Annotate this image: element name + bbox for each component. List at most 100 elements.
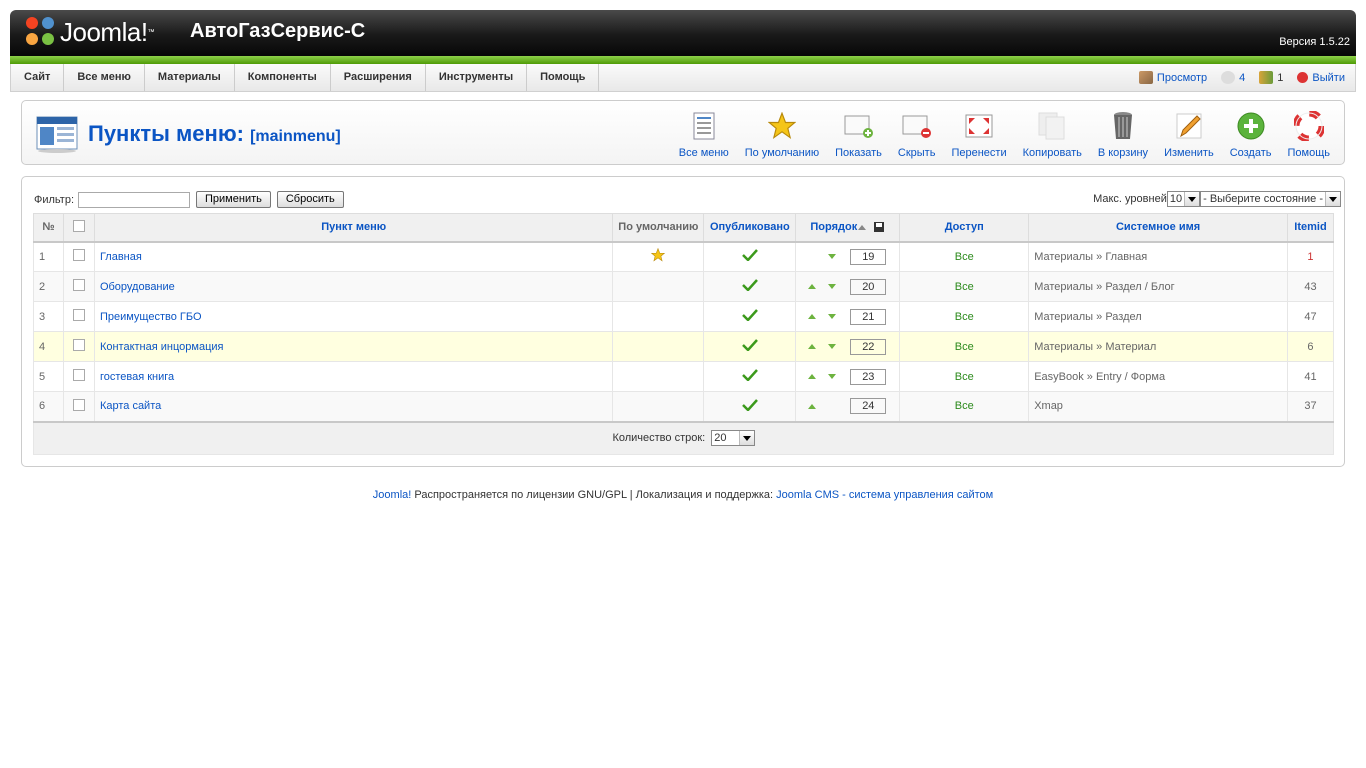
unpublish-button[interactable]: Скрыть <box>890 111 944 159</box>
menu-item-link[interactable]: Главная <box>100 251 142 263</box>
move-down-icon[interactable] <box>828 344 837 349</box>
row-published-cell <box>703 241 797 272</box>
move-up-icon[interactable] <box>808 314 817 319</box>
row-access[interactable]: Все <box>899 301 1030 332</box>
order-input[interactable]: 20 <box>850 278 887 295</box>
lifebuoy-icon <box>1293 111 1324 141</box>
table-row: 4 Контактная инцормация 22 Все Материалы » М… <box>33 331 1335 362</box>
logout-link[interactable]: Выйти <box>1297 72 1345 84</box>
row-checkbox[interactable] <box>72 398 85 411</box>
col-itemid[interactable]: Itemid <box>1286 213 1335 243</box>
row-access[interactable]: Все <box>899 241 1030 272</box>
order-input[interactable]: 21 <box>850 308 887 325</box>
new-button[interactable]: Создать <box>1222 111 1280 159</box>
row-access[interactable]: Все <box>899 271 1030 302</box>
trash-button[interactable]: В корзину <box>1090 111 1156 159</box>
copy-button[interactable]: Копировать <box>1015 111 1090 159</box>
move-up-icon[interactable] <box>808 344 817 349</box>
edit-button[interactable]: Изменить <box>1156 111 1222 159</box>
move-down-icon[interactable] <box>828 254 837 260</box>
col-published[interactable]: Опубликовано <box>703 213 797 243</box>
save-order-icon[interactable] <box>873 221 885 233</box>
menu-extensions[interactable]: Расширения <box>331 64 426 91</box>
filter-input[interactable] <box>78 191 191 208</box>
reset-button[interactable]: Сбросить <box>276 191 344 208</box>
plus-icon <box>1237 112 1265 140</box>
table-footer: Количество строк: 20 <box>33 420 1334 455</box>
help-button[interactable]: Помощь <box>1280 111 1339 159</box>
published-check-icon[interactable] <box>741 369 758 382</box>
menu-all-menus[interactable]: Все меню <box>64 64 145 91</box>
move-up-icon[interactable] <box>808 403 817 409</box>
row-access[interactable]: Все <box>899 361 1030 392</box>
menu-item-link[interactable]: Оборудование <box>100 281 175 293</box>
col-sysname[interactable]: Системное имя <box>1028 213 1288 243</box>
col-item[interactable]: Пункт меню <box>93 213 614 243</box>
order-input[interactable]: 24 <box>850 398 887 415</box>
all-menus-button[interactable]: Все меню <box>671 111 737 159</box>
move-down-icon[interactable] <box>828 314 837 319</box>
row-checkbox[interactable] <box>72 369 85 381</box>
published-check-icon[interactable] <box>741 279 758 292</box>
chevron-down-icon <box>1325 192 1340 206</box>
published-check-icon[interactable] <box>741 249 758 263</box>
menu-components[interactable]: Компоненты <box>235 64 331 91</box>
order-input[interactable]: 19 <box>850 248 887 265</box>
move-button[interactable]: Перенести <box>943 111 1014 159</box>
row-published-cell <box>703 361 797 392</box>
row-access[interactable]: Все <box>899 391 1030 422</box>
move-down-icon[interactable] <box>828 284 837 289</box>
publish-button[interactable]: Показать <box>827 111 890 159</box>
status-bar: Просмотр 4 1 Выйти <box>1138 64 1345 91</box>
row-select-cell <box>62 361 95 392</box>
select-all-checkbox[interactable] <box>72 219 85 232</box>
row-number: 1 <box>33 241 64 272</box>
row-checkbox[interactable] <box>72 249 85 262</box>
row-checkbox[interactable] <box>72 279 85 291</box>
move-down-icon[interactable] <box>828 374 837 379</box>
published-check-icon[interactable] <box>741 309 758 322</box>
row-order-cell: 20 <box>795 271 901 302</box>
row-access[interactable]: Все <box>899 331 1030 362</box>
messages-link[interactable]: 4 <box>1221 71 1245 84</box>
col-order: Порядок <box>795 213 901 243</box>
row-select-cell <box>62 301 95 332</box>
support-link[interactable]: Joomla CMS - система управления сайтом <box>776 489 993 501</box>
row-checkbox[interactable] <box>72 339 85 351</box>
menu-item-link[interactable]: Контактная инцормация <box>100 341 224 353</box>
menu-help[interactable]: Помощь <box>527 64 600 91</box>
menu-item-link[interactable]: гостевая книга <box>100 371 174 383</box>
preview-link[interactable]: Просмотр <box>1138 71 1207 84</box>
col-access[interactable]: Доступ <box>899 213 1030 243</box>
logout-icon <box>1297 72 1309 83</box>
row-checkbox[interactable] <box>72 309 85 321</box>
rows-per-page-select[interactable]: 20 <box>711 430 755 447</box>
published-check-icon[interactable] <box>741 339 758 352</box>
published-check-icon[interactable] <box>741 398 758 412</box>
menu-items-table: № Пункт меню По умолчанию Опубликовано П… <box>33 213 1335 455</box>
move-up-icon[interactable] <box>808 374 817 379</box>
move-up-icon[interactable] <box>808 284 817 289</box>
menu-tools[interactable]: Инструменты <box>426 64 528 91</box>
row-number: 2 <box>33 271 64 302</box>
menu-item-link[interactable]: Преимущество ГБО <box>100 311 202 323</box>
filter-label: Фильтр: <box>34 193 75 206</box>
copy-icon <box>1038 112 1065 140</box>
row-number: 3 <box>33 301 64 332</box>
order-sort-link[interactable]: Порядок <box>810 221 857 233</box>
row-itemid: 37 <box>1286 391 1335 422</box>
order-input[interactable]: 23 <box>850 368 887 385</box>
menu-item-link[interactable]: Карта сайта <box>100 400 161 412</box>
row-sysname: Материалы » Раздел / Блог <box>1028 271 1288 302</box>
table-row: 2 Оборудование 20 Все Материалы » Раздел / Б… <box>33 271 1335 302</box>
users-icon <box>1259 71 1274 84</box>
joomla-link[interactable]: Joomla! <box>373 489 412 501</box>
menu-content[interactable]: Материалы <box>145 64 235 91</box>
max-levels-select[interactable]: 10 <box>1166 191 1201 207</box>
menu-site[interactable]: Сайт <box>11 64 65 91</box>
table-row: 3 Преимущество ГБО 21 Все Материалы » Раздел… <box>33 301 1335 332</box>
set-default-button[interactable]: По умолчанию <box>737 111 827 159</box>
state-select[interactable]: - Выберите состояние - <box>1200 191 1341 207</box>
apply-button[interactable]: Применить <box>196 191 271 208</box>
order-input[interactable]: 22 <box>850 338 887 355</box>
